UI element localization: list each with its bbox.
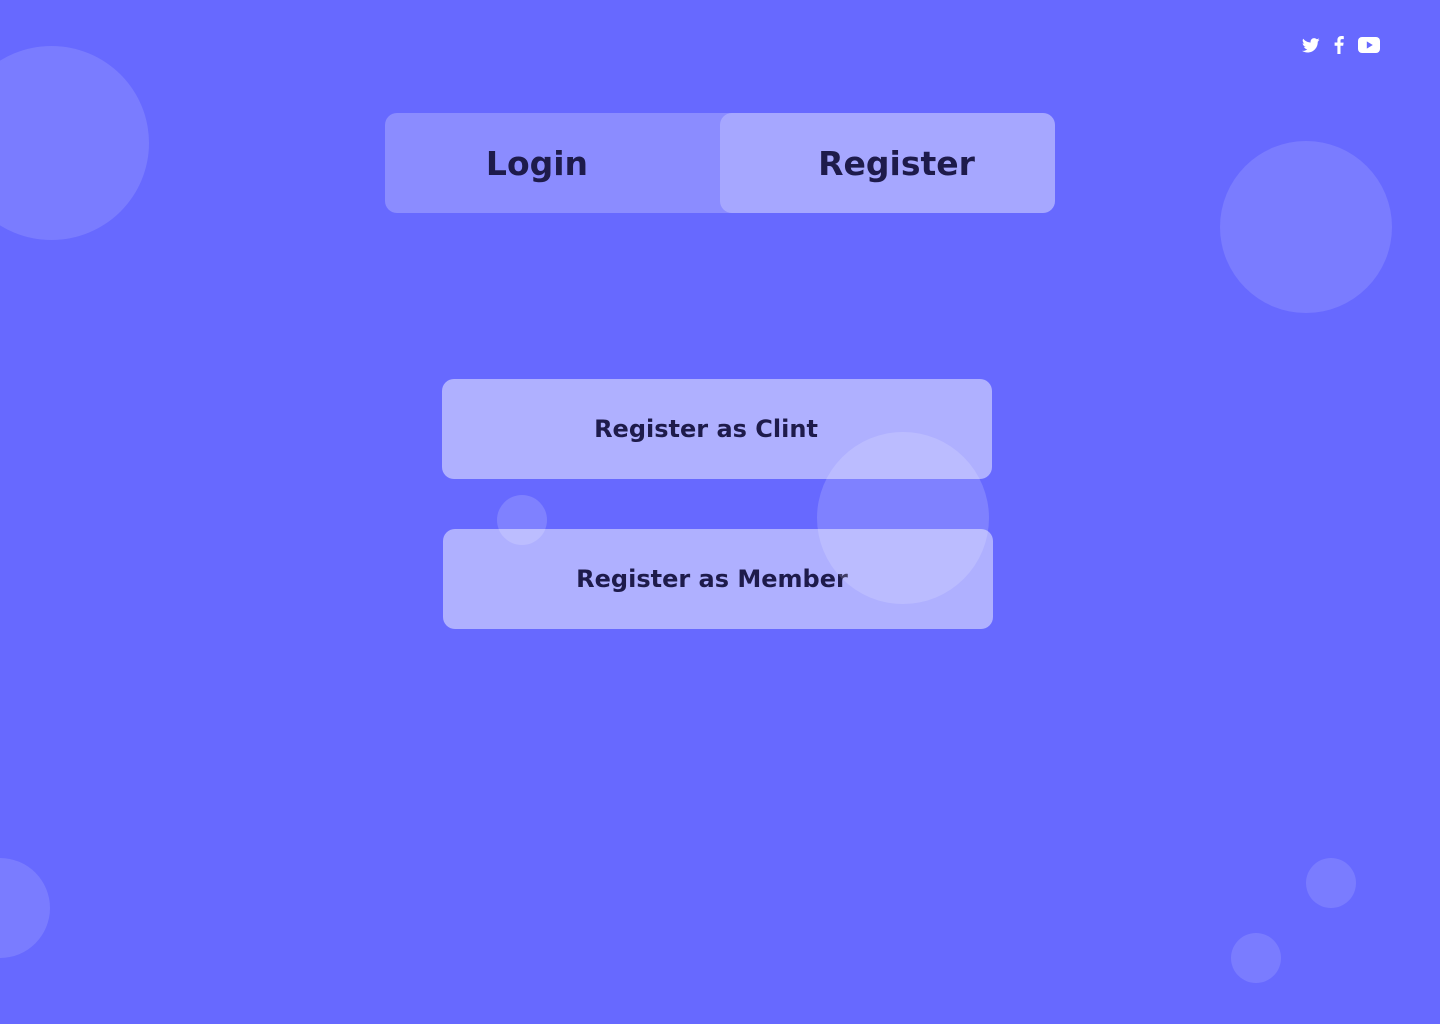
tab-register[interactable]: Register xyxy=(720,113,1055,213)
facebook-icon[interactable] xyxy=(1334,36,1344,54)
twitter-icon[interactable] xyxy=(1302,37,1320,53)
social-links xyxy=(1302,36,1380,54)
decor-circle xyxy=(1306,858,1356,908)
auth-tabs: Login Register xyxy=(385,113,1055,213)
register-page: Login Register Register as Clint Registe… xyxy=(0,0,1440,1024)
register-as-client-button[interactable]: Register as Clint xyxy=(442,379,992,479)
youtube-icon[interactable] xyxy=(1358,37,1380,53)
tab-login[interactable]: Login xyxy=(385,113,689,213)
decor-circle xyxy=(1231,933,1281,983)
decor-circle xyxy=(1220,141,1392,313)
register-as-member-button[interactable]: Register as Member xyxy=(443,529,993,629)
decor-circle xyxy=(0,46,149,240)
decor-circle xyxy=(0,858,50,958)
